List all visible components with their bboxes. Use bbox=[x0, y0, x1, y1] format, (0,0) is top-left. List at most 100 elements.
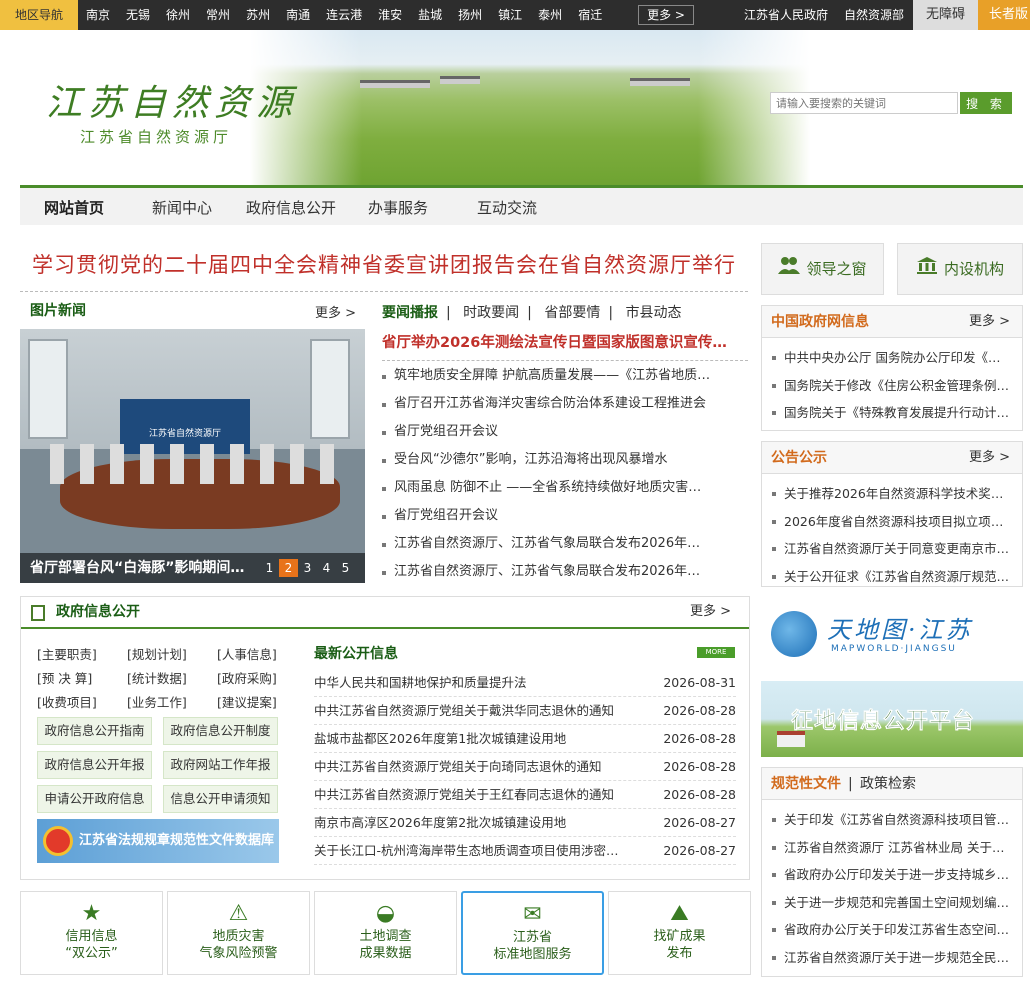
news-item[interactable]: 省厅召开江苏省海洋灾害综合防治体系建设工程推进会 bbox=[382, 390, 712, 418]
notice-item[interactable]: 江苏省自然资源厅关于同意变更南京市测绘资质的公告 bbox=[772, 535, 1012, 563]
nav-news[interactable]: 新闻中心 bbox=[152, 188, 212, 228]
table-row[interactable]: 中共江苏省自然资源厅党组关于戴洪华同志退休的通知 2026-08-28 bbox=[314, 697, 736, 725]
news-item[interactable]: 筑牢地质安全屏障 护航高质量发展——《江苏省地质灾害防治条例》解读 bbox=[382, 362, 712, 390]
search-button[interactable]: 搜 索 bbox=[960, 92, 1012, 114]
news-item[interactable]: 江苏省自然资源厅、江苏省气象局联合发布2026年地质灾害气象风险预警 bbox=[382, 530, 712, 558]
tab-ministry-news[interactable]: 省部要情 bbox=[544, 305, 600, 321]
tab-political-news[interactable]: 时政要闻 bbox=[463, 305, 519, 321]
news-item[interactable]: 江苏省自然资源厅、江苏省气象局联合发布2026年地质灾害气象风险预警 bbox=[382, 558, 712, 586]
news-item[interactable]: 受台风“沙德尔”影响，江苏沿海将出现风暴增水 bbox=[382, 446, 712, 474]
latest-title[interactable]: 中共江苏省自然资源厅党组关于向琦同志退休的通知 bbox=[314, 753, 624, 781]
table-row[interactable]: 关于长江口-杭州湾海岸带生态地质调查项目使用涉密测绘成果的公示 2026-08-2… bbox=[314, 837, 736, 865]
city-link[interactable]: 扬州 bbox=[458, 0, 482, 30]
latest-title[interactable]: 中共江苏省自然资源厅党组关于戴洪华同志退休的通知 bbox=[314, 697, 624, 725]
city-link[interactable]: 南通 bbox=[286, 0, 310, 30]
land-survey-tile[interactable]: ◒ 土地调查 成果数据 bbox=[314, 891, 457, 975]
mapworld-banner[interactable]: 天地图·江苏 MAPWORLD·JIANGSU bbox=[761, 596, 1023, 672]
tab-headline-news[interactable]: 要闻播报 bbox=[382, 305, 438, 321]
latest-title[interactable]: 关于长江口-杭州湾海岸带生态地质调查项目使用涉密测绘成果的公示 bbox=[314, 837, 624, 865]
gov-info-more-link[interactable]: 更多 > bbox=[690, 597, 731, 627]
city-link[interactable]: 苏州 bbox=[246, 0, 270, 30]
notice-more-link[interactable]: 更多 > bbox=[969, 442, 1010, 474]
photo-caption[interactable]: 省厅部署台风“白海豚”影响期间防灾减灾工作 bbox=[30, 557, 250, 577]
leaders-window-button[interactable]: 领导之窗 bbox=[761, 243, 884, 295]
nav-gov-info[interactable]: 政府信息公开 bbox=[246, 188, 336, 228]
category-link[interactable]: [规划计划] bbox=[127, 643, 217, 667]
category-link[interactable]: [统计数据] bbox=[127, 667, 217, 691]
table-row[interactable]: 南京市高淳区2026年度第2批次城镇建设用地 2026-08-27 bbox=[314, 809, 736, 837]
category-link[interactable]: [预 决 算] bbox=[37, 667, 127, 691]
city-link[interactable]: 宿迁 bbox=[578, 0, 602, 30]
city-link[interactable]: 泰州 bbox=[538, 0, 562, 30]
nav-home[interactable]: 网站首页 bbox=[44, 188, 104, 228]
nav-interaction[interactable]: 互动交流 bbox=[477, 188, 537, 228]
pager-dot[interactable]: 5 bbox=[336, 559, 355, 577]
category-link[interactable]: [政府采购] bbox=[217, 667, 277, 691]
city-link[interactable]: 连云港 bbox=[326, 0, 362, 30]
land-info-banner[interactable]: 征地信息公开平台 bbox=[761, 681, 1023, 757]
city-link[interactable]: 无锡 bbox=[126, 0, 150, 30]
notice-item[interactable]: 2026年度省自然资源科技项目拟立项名单公示 bbox=[772, 508, 1012, 536]
city-link[interactable]: 常州 bbox=[206, 0, 230, 30]
site-logo[interactable]: 江苏自然资源 bbox=[46, 74, 298, 126]
latest-title[interactable]: 盐城市盐都区2026年度第1批次城镇建设用地 bbox=[314, 725, 624, 753]
ministry-link[interactable]: 自然资源部 bbox=[844, 0, 904, 30]
geo-hazard-warning-tile[interactable]: ⚠ 地质灾害 气象风险预警 bbox=[167, 891, 310, 975]
top-news-link[interactable]: 省厅举办2026年测绘法宣传日暨国家版图意识宣传周活动 bbox=[382, 331, 732, 352]
cn-gov-more-link[interactable]: 更多 > bbox=[969, 306, 1010, 338]
departments-button[interactable]: 内设机构 bbox=[897, 243, 1023, 295]
news-item[interactable]: 省厅党组召开会议 bbox=[382, 502, 712, 530]
headline-link[interactable]: 学习贯彻党的二十届四中全会精神省委宣讲团报告会在省自然资源厅举行 bbox=[32, 249, 736, 279]
application-notice-button[interactable]: 信息公开申请须知 bbox=[163, 785, 278, 813]
news-item[interactable]: 省厅党组召开会议 bbox=[382, 418, 712, 446]
policy-item[interactable]: 省政府办公厅印发关于进一步支持城乡建设用地的意见 bbox=[772, 861, 1012, 889]
category-link[interactable]: [收费项目] bbox=[37, 691, 127, 715]
notice-item[interactable]: 关于公开征求《江苏省自然资源厅规范性文件》意见的通知 bbox=[772, 563, 1012, 591]
news-item[interactable]: 风雨虽息 防御不止 ——全省系统持续做好地质灾害防范 bbox=[382, 474, 712, 502]
gov-info-rules-button[interactable]: 政府信息公开制度 bbox=[163, 717, 278, 745]
category-link[interactable]: [业务工作] bbox=[127, 691, 217, 715]
category-link[interactable]: [人事信息] bbox=[217, 643, 277, 667]
tab-normative-docs[interactable]: 规范性文件 bbox=[771, 768, 841, 800]
pager-dot-active[interactable]: 2 bbox=[279, 559, 298, 577]
cn-gov-item[interactable]: 国务院关于《特殊教育发展提升行动计划》的通知 bbox=[772, 399, 1012, 427]
table-row[interactable]: 中共江苏省自然资源厅党组关于向琦同志退休的通知 2026-08-28 bbox=[314, 753, 736, 781]
policy-item[interactable]: 关于进一步规范和完善国土空间规划编制的通知 bbox=[772, 889, 1012, 917]
policy-item[interactable]: 省政府办公厅关于印发江苏省生态空间管控方案的通知 bbox=[772, 916, 1012, 944]
table-row[interactable]: 中共江苏省自然资源厅党组关于王红春同志退休的通知 2026-08-28 bbox=[314, 781, 736, 809]
cn-gov-item[interactable]: 中共中央办公厅 国务院办公厅印发《关于进一步加强耕地保护的意见》 bbox=[772, 344, 1012, 372]
pager-dot[interactable]: 4 bbox=[317, 559, 336, 577]
city-link[interactable]: 淮安 bbox=[378, 0, 402, 30]
table-row[interactable]: 中华人民共和国耕地保护和质量提升法 2026-08-31 bbox=[314, 669, 736, 697]
credit-info-tile[interactable]: ★ 信用信息 “双公示” bbox=[20, 891, 163, 975]
standard-map-tile[interactable]: ✉ 江苏省 标准地图服务 bbox=[461, 891, 604, 975]
city-link[interactable]: 盐城 bbox=[418, 0, 442, 30]
more-tag[interactable]: MORE bbox=[697, 647, 735, 658]
nav-services[interactable]: 办事服务 bbox=[368, 188, 428, 228]
city-link[interactable]: 徐州 bbox=[166, 0, 190, 30]
mineral-results-tile[interactable]: ⛰ 找矿成果 发布 bbox=[608, 891, 751, 975]
tab-city-news[interactable]: 市县动态 bbox=[626, 305, 682, 321]
latest-title[interactable]: 中华人民共和国耕地保护和质量提升法 bbox=[314, 669, 624, 697]
pic-news-more-link[interactable]: 更多 > bbox=[315, 302, 356, 321]
latest-title[interactable]: 南京市高淳区2026年度第2批次城镇建设用地 bbox=[314, 809, 624, 837]
table-row[interactable]: 盐城市盐都区2026年度第1批次城镇建设用地 2026-08-28 bbox=[314, 725, 736, 753]
cn-gov-item[interactable]: 国务院关于修改《住房公积金管理条例》的决定 bbox=[772, 372, 1012, 400]
city-link[interactable]: 南京 bbox=[86, 0, 110, 30]
law-database-banner[interactable]: 江苏省法规规章规范性文件数据库 bbox=[37, 819, 279, 863]
pic-news-photo[interactable]: 江苏省自然资源厅 省厅部署台风“白海豚”影响期间防灾减灾工作 1 2 3 4 5 bbox=[20, 329, 365, 583]
province-gov-link[interactable]: 江苏省人民政府 bbox=[744, 0, 828, 30]
apply-disclosure-button[interactable]: 申请公开政府信息 bbox=[37, 785, 152, 813]
tab-policy-search[interactable]: 政策检索 bbox=[860, 768, 916, 800]
policy-item[interactable]: 江苏省自然资源厅关于进一步规范全民所有自然资源资产的通知 bbox=[772, 944, 1012, 972]
more-cities-button[interactable]: 更多 > bbox=[638, 5, 694, 25]
website-annual-report-button[interactable]: 政府网站工作年报 bbox=[163, 751, 278, 779]
search-input[interactable] bbox=[770, 92, 958, 114]
category-link[interactable]: [建议提案] bbox=[217, 691, 277, 715]
latest-title[interactable]: 中共江苏省自然资源厅党组关于王红春同志退休的通知 bbox=[314, 781, 624, 809]
notice-item[interactable]: 关于推荐2026年自然资源科学技术奖的通知 bbox=[772, 480, 1012, 508]
pager-dot[interactable]: 1 bbox=[260, 559, 279, 577]
category-link[interactable]: [主要职责] bbox=[37, 643, 127, 667]
elder-mode-button[interactable]: 长者版 bbox=[978, 0, 1030, 30]
policy-item[interactable]: 江苏省自然资源厅 江苏省林业局 关于加强林地保护的通知 bbox=[772, 834, 1012, 862]
